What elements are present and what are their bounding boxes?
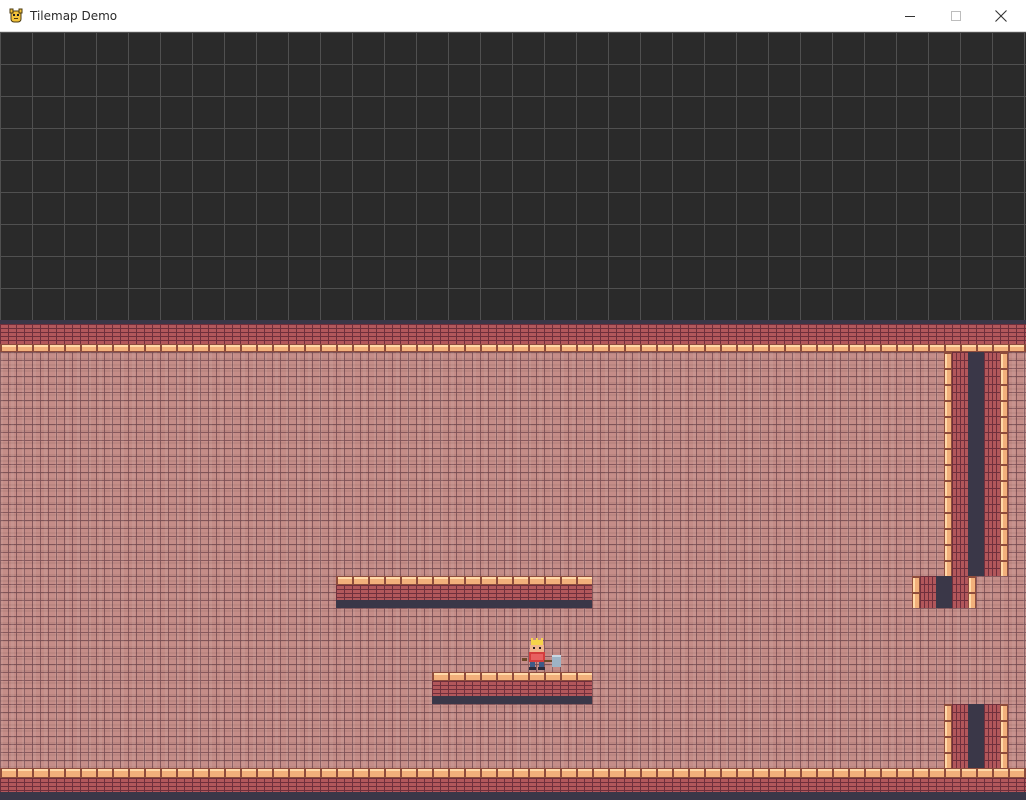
minimize-button[interactable]	[887, 0, 933, 31]
upper-platform-bricks	[336, 585, 592, 600]
maximize-icon	[951, 10, 961, 21]
floor-dark-bricks	[0, 778, 1026, 792]
game-viewport[interactable]	[0, 32, 1026, 800]
lower-column-left-trim	[944, 704, 952, 768]
lower-column-bricks-left	[952, 704, 968, 768]
right-ledge-trim-left	[912, 576, 920, 608]
background-brick-wall	[0, 352, 1026, 768]
maximize-button[interactable]	[933, 0, 979, 31]
ceiling-dark-bricks	[0, 324, 1026, 344]
window-title: Tilemap Demo	[30, 9, 118, 23]
lower-platform-top	[432, 672, 592, 681]
pygame-snake-icon	[8, 8, 24, 24]
floor-shadow	[0, 792, 1026, 800]
right-column-shaft	[968, 352, 984, 576]
upper-platform-top	[336, 576, 592, 585]
right-ledge-bricks-2	[952, 576, 968, 608]
right-column-left-trim	[944, 352, 952, 576]
king-with-hammer-sprite[interactable]	[522, 638, 562, 672]
window-titlebar[interactable]: Tilemap Demo	[0, 0, 1026, 32]
upper-platform-shadow	[336, 600, 592, 608]
floor-plank-top	[0, 768, 1026, 778]
lower-column-shaft	[968, 704, 984, 768]
right-ledge-shaft	[936, 576, 952, 608]
right-ledge-trim-right	[968, 576, 976, 608]
close-button[interactable]	[978, 0, 1024, 31]
lower-column-right-trim	[1000, 704, 1008, 768]
minimize-icon	[905, 11, 915, 21]
right-column-bricks-right	[984, 352, 1000, 576]
empty-tile-grid	[0, 32, 1026, 320]
lower-platform-shadow	[432, 696, 592, 704]
close-icon	[995, 9, 1007, 22]
right-column-bricks-left	[952, 352, 968, 576]
right-column-right-trim	[1000, 352, 1008, 576]
lower-platform-bricks	[432, 681, 592, 696]
ceiling-plank-edge	[0, 344, 1026, 352]
right-ledge-bricks	[920, 576, 936, 608]
lower-column-bricks-right	[984, 704, 1000, 768]
